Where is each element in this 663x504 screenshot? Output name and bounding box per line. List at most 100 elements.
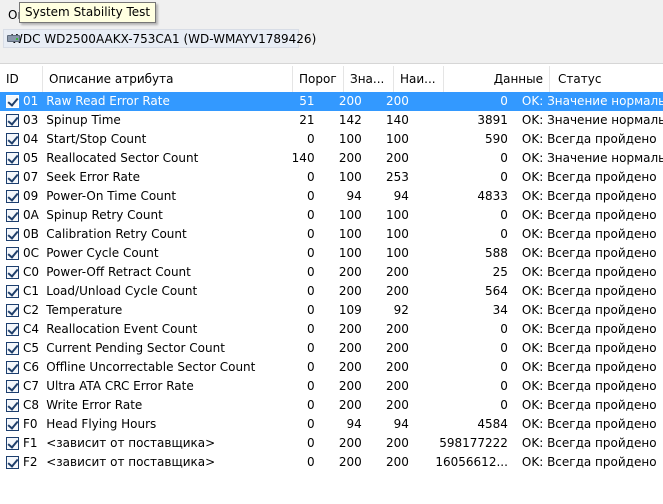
table-row[interactable]: C0 Power-Off Retract Count 0 200 200 25 OK: Вс…: [0, 263, 663, 282]
table-row[interactable]: C4 Reallocation Event Count 0 200 200 0 OK: Вс…: [0, 320, 663, 339]
table-row[interactable]: 05 Reallocated Sector Count 140 200 200 0 OK: …: [0, 149, 663, 168]
row-checkbox[interactable]: [6, 228, 19, 241]
table-row[interactable]: C8 Write Error Rate 0 200 200 0 OK: Всегда про…: [0, 396, 663, 415]
attribute-status: OK: Всегда пройдено: [521, 322, 657, 336]
row-checkbox[interactable]: [6, 152, 19, 165]
row-checkbox[interactable]: [6, 247, 19, 260]
drive-selector[interactable]: WDC WD2500AAKX-753CA1 (WD-WMAYV1789426): [3, 29, 316, 48]
worst-value: 253: [386, 170, 409, 184]
table-row[interactable]: 03 Spinup Time 21 142 140 3891 OK: Значение но…: [0, 111, 663, 130]
raw-data: 0: [500, 94, 508, 108]
table-row[interactable]: C1 Load/Unload Cycle Count 0 200 200 564 OK: В…: [0, 282, 663, 301]
table-row[interactable]: 0A Spinup Retry Count 0 100 100 0 OK: Всегда п…: [0, 206, 663, 225]
raw-data: 598177222: [439, 436, 508, 450]
attribute-id: F0: [23, 417, 38, 431]
worst-value: 200: [386, 341, 409, 355]
attribute-id: 0A: [23, 208, 39, 222]
row-checkbox[interactable]: [6, 266, 19, 279]
raw-data: 16056612...: [435, 455, 508, 469]
attribute-name: Spinup Time: [46, 113, 121, 127]
attribute-name: Reallocation Event Count: [46, 322, 198, 336]
column-header-id[interactable]: ID: [0, 66, 43, 92]
attribute-id: C8: [23, 398, 40, 412]
row-checkbox[interactable]: [6, 380, 19, 393]
worst-value: 200: [386, 360, 409, 374]
table-row[interactable]: C2 Temperature 0 109 92 34 OK: Всегда пройдено: [0, 301, 663, 320]
list-header: ID Описание атрибута Порог Зна... Наи...…: [0, 66, 663, 93]
table-row[interactable]: 09 Power-On Time Count 0 94 94 4833 OK: Всегда…: [0, 187, 663, 206]
attribute-status: OK: Всегда пройдено: [521, 303, 657, 317]
column-header-threshold[interactable]: Порог: [293, 66, 344, 92]
threshold-value: 0: [306, 360, 315, 374]
column-header-name[interactable]: Описание атрибута: [43, 66, 293, 92]
row-checkbox[interactable]: [6, 133, 19, 146]
attribute-name: Spinup Retry Count: [46, 208, 163, 222]
raw-data: 0: [500, 360, 508, 374]
rows-container: 01 Raw Read Error Rate 51 200 200 0 OK: Значен…: [0, 92, 663, 472]
threshold-value: 0: [306, 189, 315, 203]
table-row[interactable]: F2 <зависит от поставщика> 0 200 200 16056612…: [0, 453, 663, 472]
table-row[interactable]: C7 Ultra ATA CRC Error Rate 0 200 200 0 OK: Вс…: [0, 377, 663, 396]
row-checkbox[interactable]: [6, 171, 19, 184]
row-id-cell: 04: [0, 130, 40, 149]
table-row[interactable]: 01 Raw Read Error Rate 51 200 200 0 OK: Значен…: [0, 92, 663, 111]
current-value: 94: [346, 189, 362, 203]
row-id-cell: C2: [0, 301, 40, 320]
threshold-value: 0: [306, 132, 315, 146]
current-value: 142: [338, 113, 362, 127]
table-row[interactable]: F0 Head Flying Hours 0 94 94 4584 OK: Всегда п…: [0, 415, 663, 434]
table-row[interactable]: F1 <зависит от поставщика> 0 200 200 59817722…: [0, 434, 663, 453]
row-checkbox[interactable]: [6, 456, 19, 469]
raw-data: 34: [492, 303, 508, 317]
threshold-value: 0: [306, 455, 315, 469]
row-checkbox[interactable]: [6, 304, 19, 317]
column-header-status[interactable]: Статус: [550, 66, 663, 92]
raw-data: 0: [500, 398, 508, 412]
column-header-value[interactable]: Зна...: [344, 66, 394, 92]
threshold-value: 0: [306, 379, 315, 393]
smart-attributes-list[interactable]: ID Описание атрибута Порог Зна... Наи...…: [0, 63, 663, 504]
attribute-id: F1: [23, 436, 38, 450]
threshold-value: 0: [306, 208, 315, 222]
row-checkbox[interactable]: [6, 285, 19, 298]
table-row[interactable]: 07 Seek Error Rate 0 100 253 0 OK: Всегда прой…: [0, 168, 663, 187]
current-value: 200: [338, 322, 362, 336]
row-checkbox[interactable]: [6, 418, 19, 431]
row-checkbox[interactable]: [6, 361, 19, 374]
attribute-status: OK: Всегда пройдено: [521, 417, 657, 431]
attribute-name: Power Cycle Count: [46, 246, 159, 260]
row-checkbox[interactable]: [6, 114, 19, 127]
worst-value: 200: [386, 455, 409, 469]
row-id-cell: 0A: [0, 206, 40, 225]
current-value: 100: [338, 208, 362, 222]
row-checkbox[interactable]: [6, 190, 19, 203]
column-header-worst[interactable]: Наи...: [394, 66, 444, 92]
threshold-value: 0: [306, 436, 315, 450]
table-row[interactable]: 04 Start/Stop Count 0 100 100 590 OK: Всегда п…: [0, 130, 663, 149]
attribute-status: OK: Всегда пройдено: [521, 208, 657, 222]
row-checkbox[interactable]: [6, 209, 19, 222]
current-value: 100: [338, 246, 362, 260]
threshold-value: 21: [299, 113, 315, 127]
attribute-name: Temperature: [46, 303, 123, 317]
raw-data: 588: [485, 246, 508, 260]
table-row[interactable]: C5 Current Pending Sector Count 0 200 200 0 OK…: [0, 339, 663, 358]
attribute-name: Current Pending Sector Count: [46, 341, 225, 355]
row-checkbox[interactable]: [6, 323, 19, 336]
current-value: 200: [338, 379, 362, 393]
attribute-status: OK: Всегда пройдено: [521, 189, 657, 203]
row-checkbox[interactable]: [6, 399, 19, 412]
attribute-id: 0C: [23, 246, 40, 260]
row-id-cell: F0: [0, 415, 40, 434]
table-row[interactable]: 0B Calibration Retry Count 0 100 100 0 OK: Все…: [0, 225, 663, 244]
table-row[interactable]: 0C Power Cycle Count 0 100 100 588 OK: Всегда …: [0, 244, 663, 263]
row-checkbox[interactable]: [6, 437, 19, 450]
threshold-value: 0: [306, 284, 315, 298]
column-header-data[interactable]: Данные: [444, 66, 550, 92]
row-checkbox[interactable]: [6, 95, 19, 108]
table-row[interactable]: C6 Offline Uncorrectable Sector Count 0 200…: [0, 358, 663, 377]
row-checkbox[interactable]: [6, 342, 19, 355]
raw-data: 0: [500, 208, 508, 222]
threshold-value: 0: [306, 417, 315, 431]
current-value: 94: [346, 417, 362, 431]
